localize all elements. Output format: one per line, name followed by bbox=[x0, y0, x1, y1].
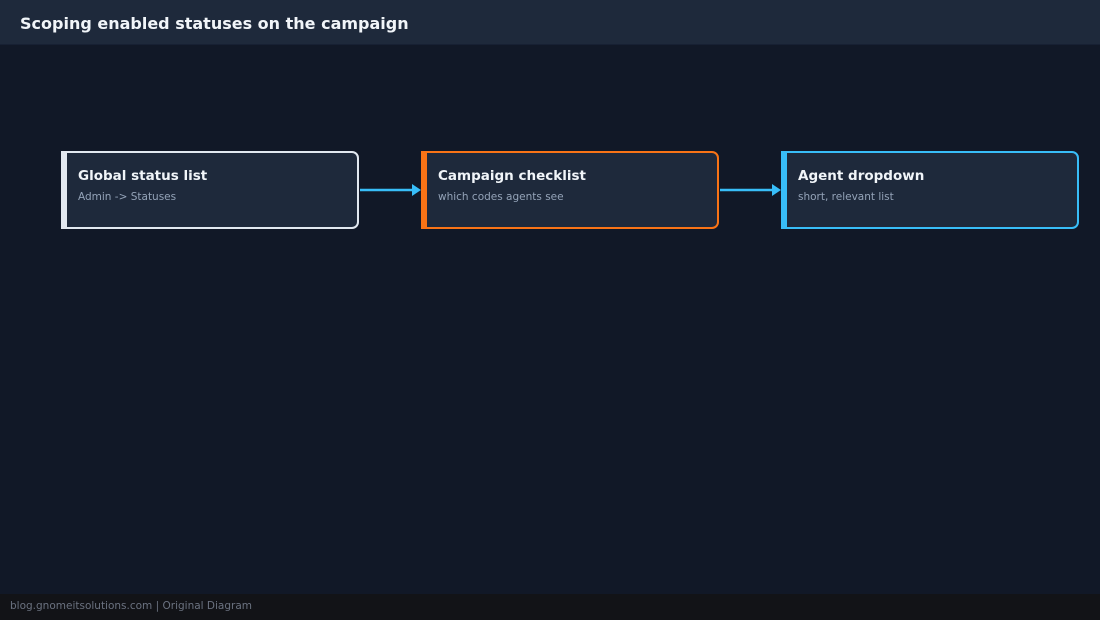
diagram-canvas bbox=[0, 45, 1100, 594]
node-subtitle: which codes agents see bbox=[438, 191, 564, 203]
node-subtitle: short, relevant list bbox=[798, 191, 894, 203]
node-title: Agent dropdown bbox=[798, 168, 925, 184]
node-campaign-checklist: Campaign checklist which codes agents se… bbox=[421, 151, 719, 229]
node-global-status-list: Global status list Admin -> Statuses bbox=[61, 151, 359, 229]
node-title: Global status list bbox=[78, 168, 208, 184]
node-agent-dropdown: Agent dropdown short, relevant list bbox=[781, 151, 1079, 229]
footer-bar: blog.gnomeitsolutions.com | Original Dia… bbox=[0, 594, 1100, 620]
node-subtitle: Admin -> Statuses bbox=[78, 191, 177, 203]
header-bar: Scoping enabled statuses on the campaign bbox=[0, 0, 1100, 45]
footer-credit: blog.gnomeitsolutions.com | Original Dia… bbox=[10, 600, 253, 612]
node-title: Campaign checklist bbox=[438, 168, 586, 184]
page-title: Scoping enabled statuses on the campaign bbox=[20, 14, 409, 33]
